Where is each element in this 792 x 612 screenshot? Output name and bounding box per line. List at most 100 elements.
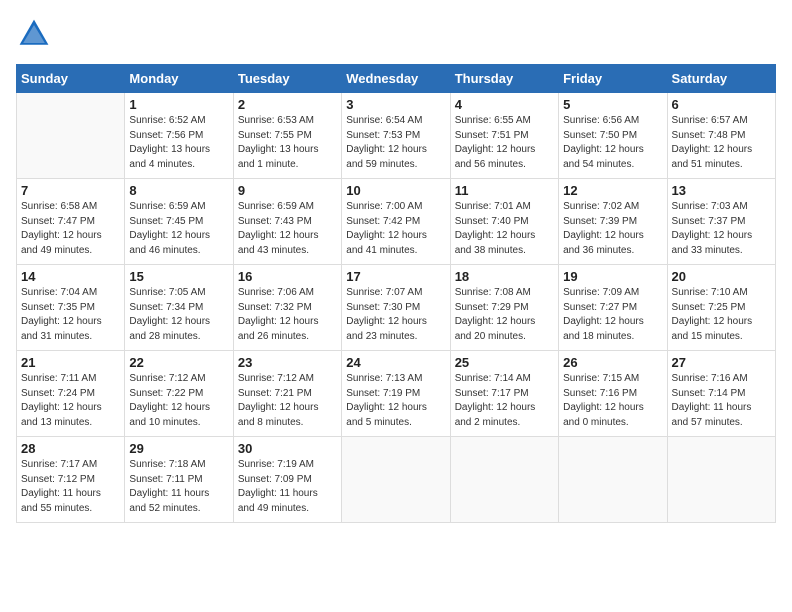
day-number: 11: [455, 183, 554, 198]
day-number: 29: [129, 441, 228, 456]
day-info: Sunrise: 6:52 AM Sunset: 7:56 PM Dayligh…: [129, 114, 228, 172]
day-info: Sunrise: 7:09 AM Sunset: 7:27 PM Dayligh…: [563, 286, 662, 344]
day-info: Sunrise: 7:14 AM Sunset: 7:17 PM Dayligh…: [455, 372, 554, 430]
logo: [16, 16, 58, 52]
day-info: Sunrise: 6:59 AM Sunset: 7:45 PM Dayligh…: [129, 200, 228, 258]
calendar-cell: 30Sunrise: 7:19 AM Sunset: 7:09 PM Dayli…: [233, 437, 341, 523]
day-number: 19: [563, 269, 662, 284]
header-day-tuesday: Tuesday: [233, 65, 341, 93]
week-row-1: 1 Sunrise: 6:52 AM Sunset: 7:56 PM Daylig…: [17, 93, 776, 179]
day-number: 1: [129, 97, 228, 112]
calendar-cell: 23Sunrise: 7:12 AM Sunset: 7:21 PM Dayli…: [233, 351, 341, 437]
day-number: 28: [21, 441, 120, 456]
day-info: Sunrise: 7:06 AM Sunset: 7:32 PM Dayligh…: [238, 286, 337, 344]
logo-icon: [16, 16, 52, 52]
day-info: Sunrise: 7:16 AM Sunset: 7:14 PM Dayligh…: [672, 372, 771, 430]
calendar-cell: 24Sunrise: 7:13 AM Sunset: 7:19 PM Dayli…: [342, 351, 450, 437]
header: [16, 16, 776, 52]
day-info: Sunrise: 7:07 AM Sunset: 7:30 PM Dayligh…: [346, 286, 445, 344]
calendar-cell: [559, 437, 667, 523]
calendar-cell: 18 Sunrise: 7:08 AM Sunset: 7:29 PM Dayli…: [450, 265, 558, 351]
calendar-cell: 11 Sunrise: 7:01 AM Sunset: 7:40 PM Dayli…: [450, 179, 558, 265]
day-info: Sunrise: 7:00 AM Sunset: 7:42 PM Dayligh…: [346, 200, 445, 258]
day-number: 16: [238, 269, 337, 284]
day-number: 8: [129, 183, 228, 198]
calendar-cell: 7 Sunrise: 6:58 AM Sunset: 7:47 PM Daylig…: [17, 179, 125, 265]
day-number: 15: [129, 269, 228, 284]
calendar-cell: 17 Sunrise: 7:07 AM Sunset: 7:30 PM Dayli…: [342, 265, 450, 351]
day-info: Sunrise: 6:58 AM Sunset: 7:47 PM Dayligh…: [21, 200, 120, 258]
calendar-cell: 3 Sunrise: 6:54 AM Sunset: 7:53 PM Daylig…: [342, 93, 450, 179]
day-number: 27: [672, 355, 771, 370]
day-number: 4: [455, 97, 554, 112]
calendar-cell: 6 Sunrise: 6:57 AM Sunset: 7:48 PM Daylig…: [667, 93, 775, 179]
day-number: 7: [21, 183, 120, 198]
header-day-wednesday: Wednesday: [342, 65, 450, 93]
day-info: Sunrise: 7:05 AM Sunset: 7:34 PM Dayligh…: [129, 286, 228, 344]
calendar-table: SundayMondayTuesdayWednesdayThursdayFrid…: [16, 64, 776, 523]
calendar-header: SundayMondayTuesdayWednesdayThursdayFrid…: [17, 65, 776, 93]
calendar-cell: 4 Sunrise: 6:55 AM Sunset: 7:51 PM Daylig…: [450, 93, 558, 179]
calendar-body: 1 Sunrise: 6:52 AM Sunset: 7:56 PM Daylig…: [17, 93, 776, 523]
calendar-cell: 1 Sunrise: 6:52 AM Sunset: 7:56 PM Daylig…: [125, 93, 233, 179]
header-day-friday: Friday: [559, 65, 667, 93]
calendar-cell: 9Sunrise: 6:59 AM Sunset: 7:43 PM Daylig…: [233, 179, 341, 265]
day-info: Sunrise: 7:11 AM Sunset: 7:24 PM Dayligh…: [21, 372, 120, 430]
day-info: Sunrise: 6:59 AM Sunset: 7:43 PM Dayligh…: [238, 200, 337, 258]
day-number: 18: [455, 269, 554, 284]
calendar-cell: 27 Sunrise: 7:16 AM Sunset: 7:14 PM Dayli…: [667, 351, 775, 437]
header-day-monday: Monday: [125, 65, 233, 93]
calendar-cell: 5Sunrise: 6:56 AM Sunset: 7:50 PM Daylig…: [559, 93, 667, 179]
day-number: 21: [21, 355, 120, 370]
day-number: 13: [672, 183, 771, 198]
day-number: 3: [346, 97, 445, 112]
day-number: 17: [346, 269, 445, 284]
day-info: Sunrise: 7:12 AM Sunset: 7:22 PM Dayligh…: [129, 372, 228, 430]
day-info: Sunrise: 6:57 AM Sunset: 7:48 PM Dayligh…: [672, 114, 771, 172]
calendar-cell: 26Sunrise: 7:15 AM Sunset: 7:16 PM Dayli…: [559, 351, 667, 437]
calendar-cell: [17, 93, 125, 179]
calendar-cell: [342, 437, 450, 523]
calendar-cell: 22 Sunrise: 7:12 AM Sunset: 7:22 PM Dayli…: [125, 351, 233, 437]
day-number: 6: [672, 97, 771, 112]
day-number: 25: [455, 355, 554, 370]
calendar-cell: 10 Sunrise: 7:00 AM Sunset: 7:42 PM Dayli…: [342, 179, 450, 265]
day-info: Sunrise: 7:03 AM Sunset: 7:37 PM Dayligh…: [672, 200, 771, 258]
day-number: 2: [238, 97, 337, 112]
day-info: Sunrise: 7:17 AM Sunset: 7:12 PM Dayligh…: [21, 458, 120, 516]
day-info: Sunrise: 6:53 AM Sunset: 7:55 PM Dayligh…: [238, 114, 337, 172]
calendar-cell: 13 Sunrise: 7:03 AM Sunset: 7:37 PM Dayli…: [667, 179, 775, 265]
day-number: 10: [346, 183, 445, 198]
header-day-sunday: Sunday: [17, 65, 125, 93]
calendar-cell: 12Sunrise: 7:02 AM Sunset: 7:39 PM Dayli…: [559, 179, 667, 265]
calendar-cell: 8 Sunrise: 6:59 AM Sunset: 7:45 PM Daylig…: [125, 179, 233, 265]
day-number: 24: [346, 355, 445, 370]
calendar-cell: [450, 437, 558, 523]
day-info: Sunrise: 7:18 AM Sunset: 7:11 PM Dayligh…: [129, 458, 228, 516]
day-info: Sunrise: 7:01 AM Sunset: 7:40 PM Dayligh…: [455, 200, 554, 258]
calendar-cell: 29 Sunrise: 7:18 AM Sunset: 7:11 PM Dayli…: [125, 437, 233, 523]
day-number: 26: [563, 355, 662, 370]
day-number: 30: [238, 441, 337, 456]
week-row-3: 14 Sunrise: 7:04 AM Sunset: 7:35 PM Dayli…: [17, 265, 776, 351]
calendar-cell: 19 Sunrise: 7:09 AM Sunset: 7:27 PM Dayli…: [559, 265, 667, 351]
week-row-4: 21 Sunrise: 7:11 AM Sunset: 7:24 PM Dayli…: [17, 351, 776, 437]
calendar-cell: 20Sunrise: 7:10 AM Sunset: 7:25 PM Dayli…: [667, 265, 775, 351]
calendar-cell: 21 Sunrise: 7:11 AM Sunset: 7:24 PM Dayli…: [17, 351, 125, 437]
header-day-thursday: Thursday: [450, 65, 558, 93]
calendar-cell: 16 Sunrise: 7:06 AM Sunset: 7:32 PM Dayli…: [233, 265, 341, 351]
header-row: SundayMondayTuesdayWednesdayThursdayFrid…: [17, 65, 776, 93]
week-row-5: 28 Sunrise: 7:17 AM Sunset: 7:12 PM Dayli…: [17, 437, 776, 523]
day-info: Sunrise: 6:55 AM Sunset: 7:51 PM Dayligh…: [455, 114, 554, 172]
day-info: Sunrise: 7:08 AM Sunset: 7:29 PM Dayligh…: [455, 286, 554, 344]
day-info: Sunrise: 6:56 AM Sunset: 7:50 PM Dayligh…: [563, 114, 662, 172]
header-day-saturday: Saturday: [667, 65, 775, 93]
calendar-cell: 14 Sunrise: 7:04 AM Sunset: 7:35 PM Dayli…: [17, 265, 125, 351]
day-info: Sunrise: 6:54 AM Sunset: 7:53 PM Dayligh…: [346, 114, 445, 172]
day-number: 14: [21, 269, 120, 284]
day-number: 22: [129, 355, 228, 370]
day-info: Sunrise: 7:04 AM Sunset: 7:35 PM Dayligh…: [21, 286, 120, 344]
day-number: 20: [672, 269, 771, 284]
day-info: Sunrise: 7:02 AM Sunset: 7:39 PM Dayligh…: [563, 200, 662, 258]
calendar-cell: 25 Sunrise: 7:14 AM Sunset: 7:17 PM Dayli…: [450, 351, 558, 437]
